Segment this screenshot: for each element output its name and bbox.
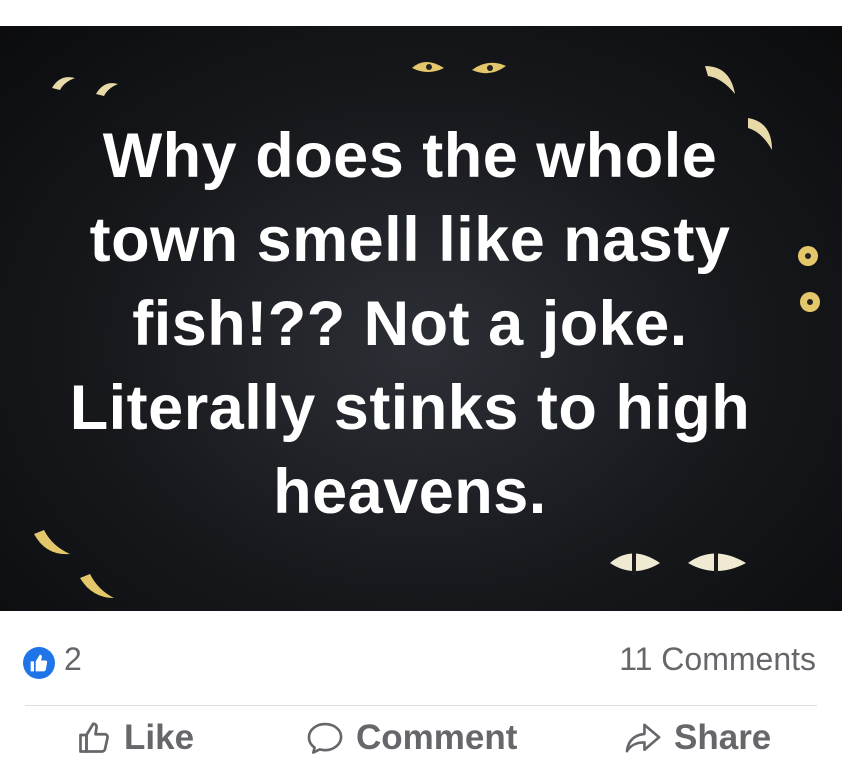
like-count[interactable]: 2 (64, 641, 82, 678)
comments-count-link[interactable]: 11 Comments (619, 641, 816, 678)
post-image-text: Why does the whole town smell like nasty… (69, 121, 751, 527)
post-actions: Like Comment Share (0, 706, 842, 768)
speech-bubble-icon (306, 720, 344, 756)
share-arrow-icon (624, 721, 662, 755)
reactions-summary: 2 11 Comments (0, 611, 842, 705)
top-strip (0, 0, 842, 26)
like-button-label: Like (124, 718, 195, 757)
like-reaction-icon[interactable] (23, 647, 55, 679)
share-button[interactable]: Share (624, 714, 771, 762)
share-button-label: Share (674, 718, 772, 757)
comment-button-label: Comment (356, 718, 518, 757)
thumbs-up-icon (76, 720, 112, 756)
like-button[interactable]: Like (76, 714, 194, 762)
post-image[interactable]: Why does the whole town smell like nasty… (0, 26, 842, 611)
comment-button[interactable]: Comment (306, 714, 517, 762)
